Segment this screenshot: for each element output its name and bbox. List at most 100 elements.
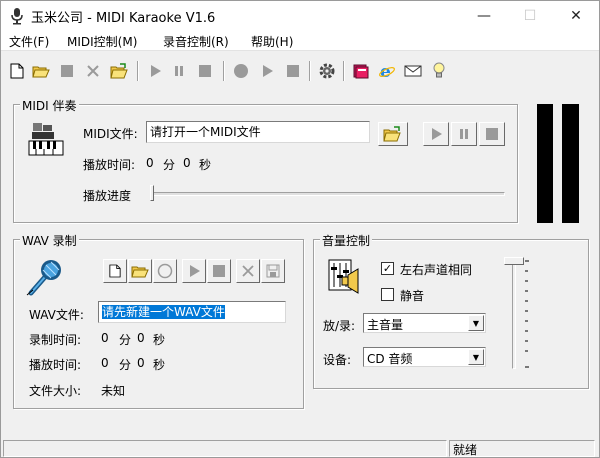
toolbar: e bbox=[1, 53, 599, 87]
maximize-button[interactable]: ☐ bbox=[507, 1, 553, 31]
help-book-icon[interactable] bbox=[351, 61, 371, 81]
open-folder-icon bbox=[383, 126, 401, 142]
toolbar-separator bbox=[343, 61, 345, 81]
menu-record-control[interactable]: 录音控制(R) bbox=[163, 33, 229, 50]
midi-time-minutes: 0 bbox=[146, 156, 154, 170]
volume-slider-ticks bbox=[525, 260, 529, 368]
midi-pause-button[interactable] bbox=[451, 122, 477, 146]
open-midi-folder-icon[interactable] bbox=[109, 61, 129, 81]
play-icon bbox=[432, 128, 442, 140]
internet-explorer-icon[interactable]: e bbox=[377, 61, 397, 81]
wav-record-seconds: 0 bbox=[137, 331, 145, 345]
delete-x-icon[interactable] bbox=[83, 61, 103, 81]
new-file-icon[interactable] bbox=[7, 61, 27, 81]
menu-help[interactable]: 帮助(H) bbox=[251, 33, 293, 50]
play-icon bbox=[190, 265, 200, 277]
midi-file-field[interactable]: 请打开一个MIDI文件 bbox=[146, 121, 370, 143]
wav-file-selected-text: 请先新建一个WAV文件 bbox=[102, 305, 225, 319]
delete-x-icon bbox=[242, 265, 254, 277]
record-icon[interactable] bbox=[231, 61, 251, 81]
menu-file[interactable]: 文件(F) bbox=[9, 33, 49, 50]
gear-icon[interactable] bbox=[317, 61, 337, 81]
menu-bar: 文件(F) MIDI控制(M) 录音控制(R) 帮助(H) bbox=[1, 31, 599, 51]
open-folder-icon[interactable] bbox=[31, 61, 51, 81]
device-selected-value: CD 音频 bbox=[367, 352, 413, 366]
wav-delete-button[interactable] bbox=[236, 259, 260, 283]
microphone-icon bbox=[26, 260, 61, 296]
stop-recording-icon[interactable] bbox=[283, 61, 303, 81]
chevron-down-icon[interactable]: ▼ bbox=[468, 349, 484, 365]
play-icon[interactable] bbox=[145, 61, 165, 81]
wav-play-time-label: 播放时间: bbox=[29, 358, 82, 372]
chevron-down-icon[interactable]: ▼ bbox=[468, 315, 484, 331]
microphone-app-icon bbox=[11, 8, 23, 25]
close-button[interactable]: ✕ bbox=[553, 1, 599, 31]
save-disk-icon bbox=[266, 264, 280, 278]
menu-midi-control[interactable]: MIDI控制(M) bbox=[67, 33, 137, 50]
wav-play-seconds: 0 bbox=[137, 356, 145, 370]
status-pane-main bbox=[3, 440, 447, 457]
toolbar-separator bbox=[309, 61, 311, 81]
midi-keyboard-icon bbox=[28, 123, 64, 156]
mail-envelope-icon[interactable] bbox=[403, 61, 423, 81]
device-select[interactable]: CD 音频 ▼ bbox=[363, 347, 486, 367]
wav-file-size-label: 文件大小: bbox=[29, 384, 82, 398]
wav-save-button[interactable] bbox=[261, 259, 285, 283]
wav-play-minutes: 0 bbox=[101, 356, 109, 370]
wav-stop-button[interactable] bbox=[207, 259, 231, 283]
midi-time-seconds: 0 bbox=[183, 156, 191, 170]
minimize-button[interactable]: — bbox=[461, 1, 507, 31]
midi-time-label: 播放时间: bbox=[83, 158, 136, 172]
play-recording-icon[interactable] bbox=[257, 61, 277, 81]
same-channel-checkbox[interactable]: ✓ bbox=[381, 262, 394, 275]
mixer-speaker-icon bbox=[328, 259, 359, 294]
lightbulb-icon[interactable] bbox=[429, 61, 449, 81]
window-title: 玉米公司 - MIDI Karaoke V1.6 bbox=[31, 11, 216, 26]
main-window: 玉米公司 - MIDI Karaoke V1.6 — ☐ ✕ 文件(F) MID… bbox=[0, 0, 600, 458]
left-level-meter bbox=[537, 104, 553, 223]
toolbar-separator bbox=[223, 61, 225, 81]
stop-icon bbox=[213, 265, 225, 277]
status-bar: 就绪 bbox=[1, 438, 599, 458]
toolbar-separator bbox=[137, 61, 139, 81]
volume-slider-track[interactable] bbox=[512, 261, 516, 369]
midi-second-unit: 秒 bbox=[199, 158, 212, 172]
playrec-select[interactable]: 主音量 ▼ bbox=[363, 313, 486, 333]
volume-slider-thumb[interactable] bbox=[504, 257, 524, 265]
record-icon bbox=[157, 263, 173, 279]
stop-record-square-icon[interactable] bbox=[57, 61, 77, 81]
midi-group-title: MIDI 伴奏 bbox=[20, 97, 79, 114]
wav-record-button[interactable] bbox=[153, 259, 177, 283]
wav-record-minute-unit: 分 bbox=[119, 333, 132, 347]
playrec-label: 放/录: bbox=[323, 319, 356, 333]
pause-icon[interactable] bbox=[169, 61, 189, 81]
status-text: 就绪 bbox=[449, 440, 595, 457]
stop-icon[interactable] bbox=[195, 61, 215, 81]
midi-progress-track[interactable] bbox=[150, 192, 505, 196]
playrec-selected-value: 主音量 bbox=[367, 318, 404, 332]
mute-checkbox[interactable] bbox=[381, 288, 394, 301]
wav-file-label: WAV文件: bbox=[29, 308, 84, 322]
stop-icon bbox=[486, 128, 498, 140]
pause-icon bbox=[460, 129, 468, 139]
wav-play-button[interactable] bbox=[182, 259, 206, 283]
wav-group-title: WAV 录制 bbox=[20, 232, 79, 249]
midi-progress-thumb[interactable] bbox=[150, 185, 154, 201]
checkmark-icon: ✓ bbox=[382, 262, 393, 275]
midi-open-button[interactable] bbox=[378, 122, 408, 146]
wav-play-minute-unit: 分 bbox=[119, 358, 132, 372]
wav-open-button[interactable] bbox=[128, 259, 152, 283]
open-folder-icon bbox=[131, 266, 149, 278]
same-channel-label: 左右声道相同 bbox=[400, 263, 473, 277]
title-bar: 玉米公司 - MIDI Karaoke V1.6 — ☐ ✕ bbox=[1, 1, 599, 31]
right-level-meter bbox=[562, 104, 579, 223]
midi-stop-button[interactable] bbox=[479, 122, 505, 146]
wav-file-field[interactable]: 请先新建一个WAV文件 bbox=[98, 301, 286, 323]
wav-record-second-unit: 秒 bbox=[153, 333, 166, 347]
midi-play-button[interactable] bbox=[423, 122, 449, 146]
wav-new-button[interactable] bbox=[103, 259, 127, 283]
volume-group-title: 音量控制 bbox=[320, 232, 373, 249]
wav-play-second-unit: 秒 bbox=[153, 358, 166, 372]
midi-minute-unit: 分 bbox=[163, 158, 176, 172]
midi-file-label: MIDI文件: bbox=[83, 127, 138, 141]
